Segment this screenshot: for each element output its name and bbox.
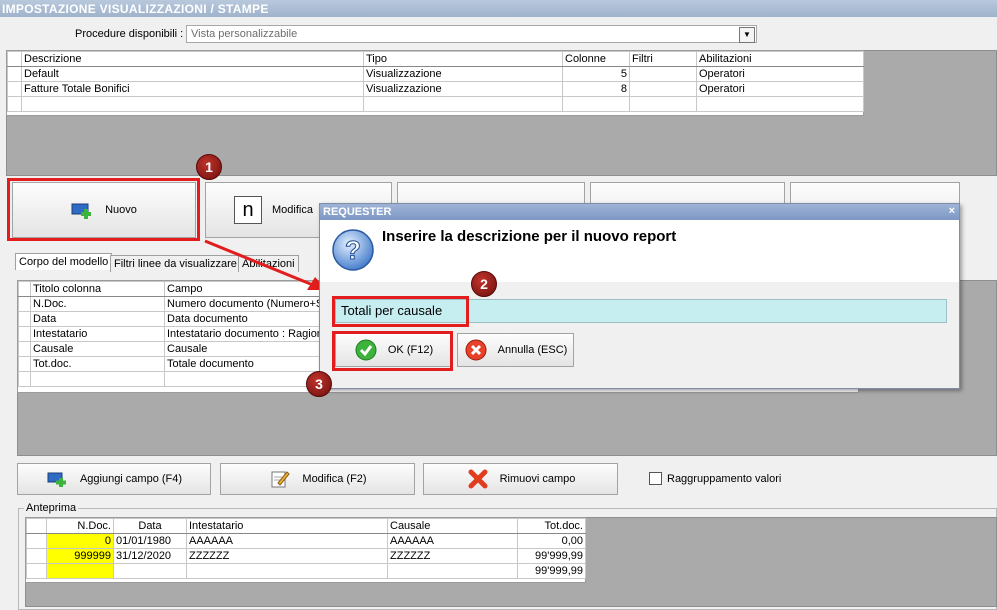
reports-grid[interactable]: Descrizione Tipo Colonne Filtri Abilitaz…: [6, 50, 864, 116]
col-tipo[interactable]: Tipo: [363, 51, 563, 67]
table-row: 0 01/01/1980 AAAAAA AAAAAA 0,00: [26, 533, 586, 549]
modifica-label: Modifica: [272, 204, 313, 216]
cell: Intestatario: [30, 326, 165, 342]
col-intestatario: Intestatario: [186, 518, 388, 534]
col-filtri[interactable]: Filtri: [629, 51, 697, 67]
cancel-button[interactable]: Annulla (ESC): [457, 333, 574, 367]
cell: [46, 563, 114, 579]
cell: 5: [562, 66, 630, 82]
cell: 99'999,99: [517, 563, 586, 579]
cell: Visualizzazione: [363, 81, 563, 97]
col-abilitazioni[interactable]: Abilitazioni: [696, 51, 864, 67]
modifica-campo-label: Modifica (F2): [302, 473, 367, 485]
raggruppamento-checkbox[interactable]: [649, 472, 662, 485]
table-row[interactable]: [7, 96, 864, 112]
highlight-ok: [332, 331, 453, 371]
step-badge-3: 3: [306, 371, 332, 397]
procedure-value: Vista personalizzabile: [191, 28, 298, 40]
cell: [186, 563, 388, 579]
remove-x-icon: [466, 469, 490, 489]
step-badge-1: 1: [196, 154, 222, 180]
col-totdoc: Tot.doc.: [517, 518, 586, 534]
cancel-x-icon: [464, 339, 488, 361]
modifica-campo-button[interactable]: Modifica (F2): [220, 463, 415, 495]
preview-label: Anteprima: [24, 502, 79, 514]
cell: ZZZZZZ: [186, 548, 388, 564]
cell: Fatture Totale Bonifici: [21, 81, 364, 97]
highlight-input: [332, 296, 469, 327]
cell: Operatori: [696, 81, 864, 97]
edit-pencil-icon: [268, 469, 292, 489]
col-ndoc: N.Doc.: [46, 518, 114, 534]
cell: 0,00: [517, 533, 586, 549]
cell: Causale: [30, 341, 165, 357]
cell: 31/12/2020: [113, 548, 187, 564]
col-data: Data: [113, 518, 187, 534]
tab-corpo-modello[interactable]: Corpo del modello: [15, 253, 113, 270]
add-record-icon: [46, 469, 70, 489]
table-row[interactable]: Default Visualizzazione 5 Operatori: [7, 66, 864, 82]
rimuovi-label: Rimuovi campo: [499, 473, 576, 485]
close-icon[interactable]: ×: [949, 205, 955, 217]
cell: Default: [21, 66, 364, 82]
procedure-select[interactable]: Vista personalizzabile ▼: [186, 25, 757, 43]
cell: AAAAAA: [186, 533, 388, 549]
cell: 01/01/1980: [113, 533, 187, 549]
window-title: IMPOSTAZIONE VISUALIZZAZIONI / STAMPE: [0, 0, 997, 17]
table-row: 999999 31/12/2020 ZZZZZZ ZZZZZZ 99'999,9…: [26, 548, 586, 564]
cell: ZZZZZZ: [387, 548, 518, 564]
aggiungi-label: Aggiungi campo (F4): [79, 473, 183, 485]
cell: [629, 66, 697, 82]
cancel-label: Annulla (ESC): [497, 344, 568, 356]
table-row[interactable]: Fatture Totale Bonifici Visualizzazione …: [7, 81, 864, 97]
rimuovi-campo-button[interactable]: Rimuovi campo: [423, 463, 618, 495]
chevron-down-icon[interactable]: ▼: [739, 27, 755, 43]
question-icon: ?: [331, 228, 375, 275]
cell: AAAAAA: [387, 533, 518, 549]
preview-grid[interactable]: N.Doc. Data Intestatario Causale Tot.doc…: [25, 517, 586, 583]
cell: [113, 563, 187, 579]
cell: [387, 563, 518, 579]
svg-text:?: ?: [345, 235, 361, 265]
cell: 8: [562, 81, 630, 97]
pointer-arrow: [204, 239, 327, 290]
cell: 99'999,99: [517, 548, 586, 564]
col-descrizione[interactable]: Descrizione: [21, 51, 364, 67]
dialog-header: ? Inserire la descrizione per il nuovo r…: [320, 220, 959, 282]
n-letter-icon: n: [234, 196, 262, 224]
dialog-title: REQUESTER: [320, 204, 959, 220]
step-badge-2: 2: [471, 271, 497, 297]
cell: Operatori: [696, 66, 864, 82]
aggiungi-campo-button[interactable]: Aggiungi campo (F4): [17, 463, 211, 495]
raggruppamento-label: Raggruppamento valori: [667, 473, 782, 485]
cell: [629, 81, 697, 97]
cell: Tot.doc.: [30, 356, 165, 372]
procedure-label: Procedure disponibili :: [75, 28, 184, 40]
cell: 0: [46, 533, 114, 549]
cell: N.Doc.: [30, 296, 165, 312]
cell: 999999: [46, 548, 114, 564]
cell: Data: [30, 311, 165, 327]
col-causale: Causale: [387, 518, 518, 534]
highlight-nuovo: [7, 178, 200, 241]
cell: Visualizzazione: [363, 66, 563, 82]
dialog-prompt: Inserire la descrizione per il nuovo rep…: [382, 228, 677, 245]
col-colonne[interactable]: Colonne: [562, 51, 630, 67]
table-row: 99'999,99: [26, 563, 586, 579]
col-titolo-colonna[interactable]: Titolo colonna: [30, 281, 165, 297]
